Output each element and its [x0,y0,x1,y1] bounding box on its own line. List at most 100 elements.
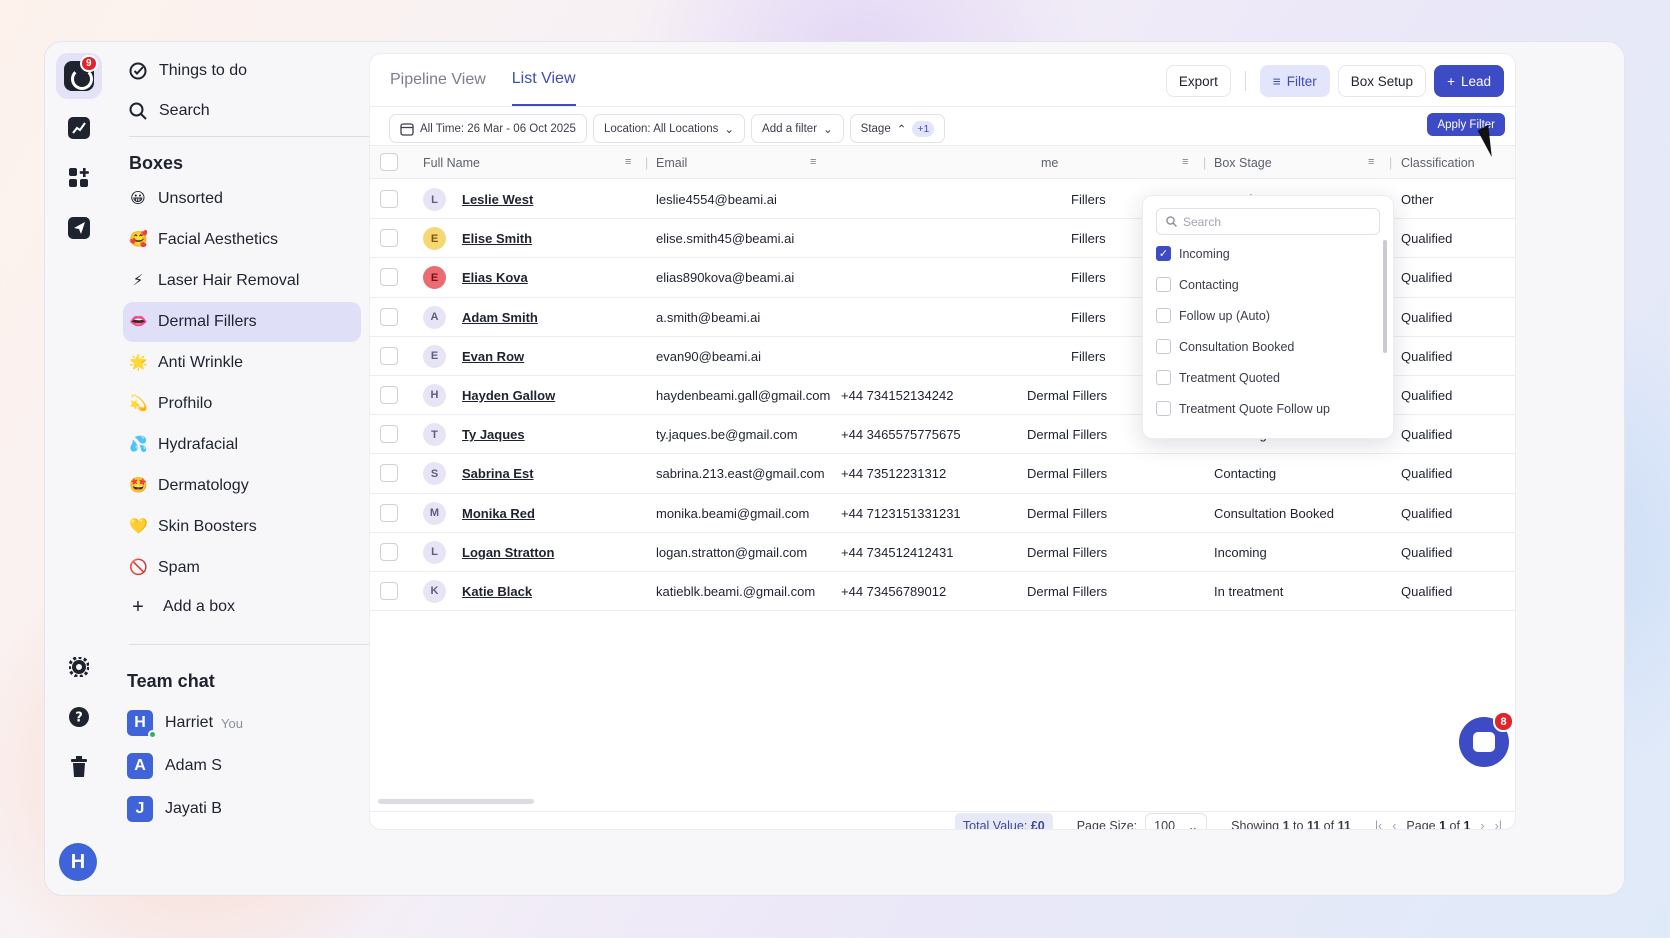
filter-icon[interactable]: ≡ [810,156,816,168]
stage-option-checkbox[interactable] [1156,339,1171,354]
team-member-item[interactable]: J Jayati B [127,796,222,822]
settings-button[interactable] [56,644,102,690]
trash-button[interactable] [56,744,102,790]
row-checkbox[interactable] [380,307,398,326]
chat-launcher-button[interactable]: 8 [1459,711,1514,767]
stage-option-checkbox[interactable] [1156,370,1171,385]
table-row[interactable]: S Sabrina Est sabrina.213.east@gmail.com +4… [370,454,1515,494]
table-row[interactable]: L Logan Stratton logan.stratton@gmail.com +… [370,533,1515,572]
lead-name-link[interactable]: Sabrina Est [462,466,534,481]
prev-page-icon[interactable]: ‹ [1392,819,1396,829]
column-classification[interactable]: Classification [1401,156,1475,170]
sidebar-box-item[interactable]: 💛 Skin Boosters [123,507,361,547]
team-member-item[interactable]: H Harriet You [127,710,243,739]
column-box-name[interactable]: me [1041,156,1058,170]
lead-name-link[interactable]: Leslie West [462,192,533,207]
add-filter-chip[interactable]: Add a filter ⌄ [751,114,844,143]
table-header: Full Name ≡ | Email ≡ me ≡ | Box Stage ≡… [370,145,1515,179]
first-page-icon[interactable]: |‹ [1375,819,1382,829]
tab-list-view[interactable]: List View [511,54,576,106]
column-email[interactable]: Email [656,156,687,170]
lead-name-link[interactable]: Logan Stratton [462,545,554,560]
stage-option[interactable]: Treatment Quoted [1156,370,1280,385]
last-page-icon[interactable]: ›| [1495,819,1502,829]
stage-option-checkbox[interactable] [1156,277,1171,292]
stage-chip[interactable]: Stage ⌃ +1 [849,114,946,143]
sidebar-box-item[interactable]: 👄 Dermal Fillers [123,302,361,342]
date-range-chip[interactable]: All Time: 26 Mar - 06 Oct 2025 [389,114,587,143]
sidebar-box-item[interactable]: 😀 Unsorted [123,179,361,219]
lead-name-link[interactable]: Ty Jaques [462,427,525,442]
stage-option[interactable]: ✓ Incoming [1156,246,1230,261]
analytics-button[interactable] [56,105,102,151]
sidebar-box-item[interactable]: 💫 Profhilo [123,384,361,424]
stage-option-checkbox[interactable]: ✓ [1156,246,1171,261]
stage-option[interactable]: Treatment Quote Follow up [1156,401,1330,416]
row-checkbox[interactable] [380,346,398,365]
sidebar-box-item[interactable]: 🚫 Spam [123,548,361,588]
row-checkbox[interactable] [380,385,398,404]
user-avatar[interactable]: H [59,843,97,881]
sidebar-box-item[interactable]: 🌟 Anti Wrinkle [123,343,361,383]
stage-option[interactable]: Consultation Booked [1156,339,1294,354]
search-item[interactable]: Search [129,102,210,120]
help-button[interactable]: ? [56,694,102,740]
select-all-checkbox[interactable] [380,153,398,171]
lead-phone: +44 7123151331231 [841,505,961,521]
filter-button[interactable]: ≡ Filter [1259,65,1330,97]
row-checkbox[interactable] [380,190,398,208]
row-checkbox[interactable] [380,425,398,444]
lead-box: Dermal Fillers [1027,387,1108,403]
lead-name-link[interactable]: Elise Smith [462,231,532,246]
stage-search-input[interactable]: Search [1156,208,1380,235]
table-row[interactable]: K Katie Black katieblk.beami.@gmail.com +44… [370,572,1515,612]
team-member-item[interactable]: A Adam S [127,753,222,779]
filter-icon[interactable]: ≡ [1368,156,1374,168]
dropdown-scrollbar[interactable] [1383,240,1387,353]
lead-name-link[interactable]: Monika Red [462,506,535,521]
sidebar-box-item[interactable]: 💦 Hydrafacial [123,425,361,465]
location-chip[interactable]: Location: All Locations ⌄ [592,114,746,143]
row-checkbox[interactable] [380,229,398,248]
add-box-button[interactable]: + Add a box [123,587,361,627]
row-checkbox[interactable] [380,268,398,287]
next-page-icon[interactable]: › [1480,819,1484,829]
sidebar-box-item[interactable]: 🥰 Facial Aesthetics [123,220,361,260]
tab-pipeline-view[interactable]: Pipeline View [390,54,486,106]
stage-option-checkbox[interactable] [1156,308,1171,323]
trash-icon [71,756,87,777]
column-full-name[interactable]: Full Name [423,156,480,170]
apply-filter-button[interactable]: Apply Filter [1427,113,1505,136]
lead-name-link[interactable]: Hayden Gallow [462,388,555,403]
lead-name-link[interactable]: Elias Kova [462,270,528,285]
filter-icon[interactable]: ≡ [1182,156,1188,168]
sidebar-box-item[interactable]: ⚡ Laser Hair Removal [123,261,361,301]
table-row[interactable]: M Monika Red monika.beami@gmail.com +44 712… [370,494,1515,533]
box-setup-button[interactable]: Box Setup [1337,65,1427,97]
widgets-button[interactable] [56,155,102,201]
app-logo-button[interactable]: 9 [56,53,102,99]
sidebar-box-item[interactable]: 🤩 Dermatology [123,466,361,506]
export-button[interactable]: Export [1165,65,1231,97]
lead-name-link[interactable]: Evan Row [462,349,524,364]
filter-icon[interactable]: ≡ [625,156,631,168]
row-checkbox[interactable] [380,581,398,600]
stage-option-checkbox[interactable] [1156,401,1171,416]
row-checkbox[interactable] [380,503,398,522]
row-checkbox[interactable] [380,542,398,561]
page-size-select[interactable]: 100 ⌄ [1145,813,1208,829]
stage-option[interactable]: Follow up (Auto) [1156,308,1270,323]
column-box-stage[interactable]: Box Stage [1214,156,1272,170]
lead-name-link[interactable]: Adam Smith [462,310,538,325]
box-emoji-icon: 💫 [129,395,148,412]
lead-avatar: T [423,423,446,447]
add-lead-button[interactable]: + Lead [1434,65,1504,97]
stage-option[interactable]: Contacting [1156,277,1239,292]
logo-badge: 9 [80,55,98,72]
horizontal-scrollbar[interactable] [378,799,534,804]
grid-add-icon [69,168,89,187]
row-checkbox[interactable] [380,464,398,483]
lead-name-link[interactable]: Katie Black [462,584,532,599]
send-button[interactable] [56,205,102,251]
things-to-do-item[interactable]: Things to do [129,62,247,80]
